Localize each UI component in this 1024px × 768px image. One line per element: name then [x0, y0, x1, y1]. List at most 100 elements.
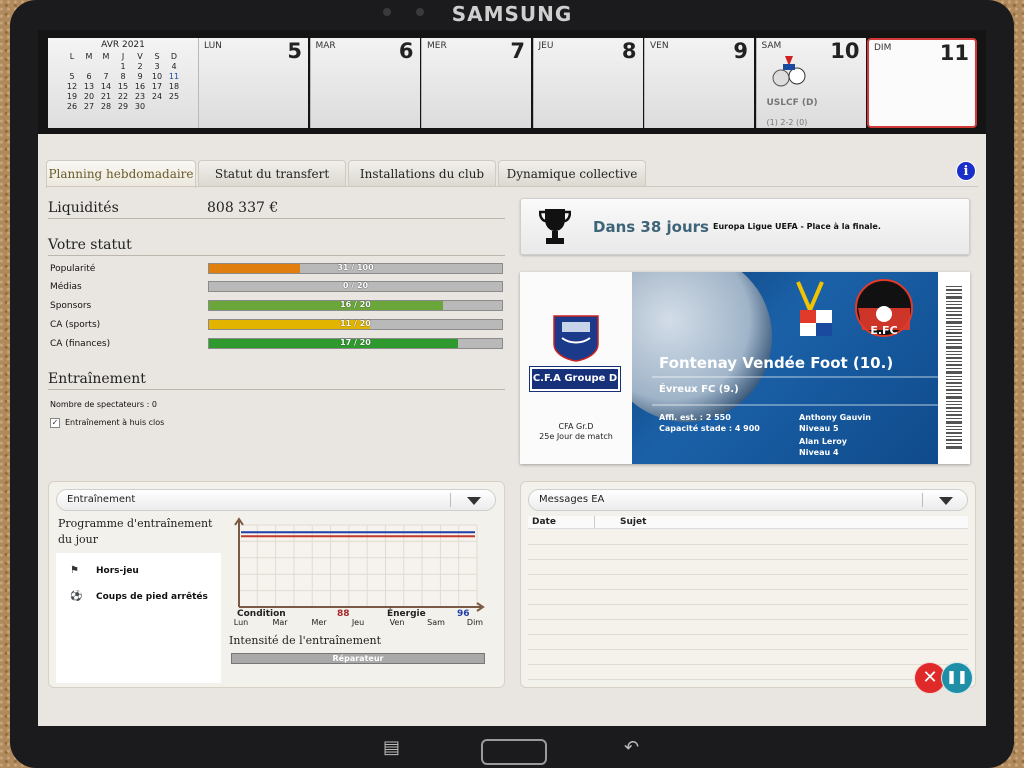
calendar-date[interactable]: 21 — [98, 91, 115, 101]
calendar-date[interactable]: 19 — [64, 91, 81, 101]
calendar-date[interactable]: 25 — [166, 91, 183, 101]
calendar-date[interactable]: 13 — [81, 81, 98, 91]
status-row: CA (finances) 17 / 20 — [50, 338, 510, 352]
calendar-date[interactable]: 22 — [115, 91, 132, 101]
calendar-date — [81, 61, 98, 71]
messages-dropdown[interactable]: Messages EA — [528, 489, 968, 511]
status-label: Popularité — [50, 264, 96, 274]
barcode-line — [946, 396, 962, 399]
match-score: (1) 2-2 (0) — [766, 118, 808, 127]
calendar-date[interactable]: 24 — [149, 91, 166, 101]
barcode-line — [946, 371, 962, 374]
calendar-day-mar[interactable]: MAR 6 — [309, 38, 420, 128]
day-number: 6 — [398, 39, 414, 63]
calendar-date[interactable]: 6 — [81, 71, 98, 81]
column-subject[interactable]: Sujet — [620, 517, 646, 527]
training-dropdown[interactable]: Entraînement — [56, 489, 496, 511]
away-team: Évreux FC (9.) — [659, 384, 739, 395]
svg-text:E.FC: E.FC — [870, 324, 897, 337]
drill-item[interactable]: Hors-jeu — [96, 566, 139, 576]
mini-calendar[interactable]: AVR 2021 LMMJVSD 1 2 3 4 5 6 7 8 9 10 11 12 13 14 15 16… — [48, 38, 198, 128]
barcode-line — [946, 432, 962, 434]
calendar-date[interactable]: 18 — [166, 81, 183, 91]
recent-apps-icon[interactable]: ▤ — [383, 737, 400, 758]
calendar-date[interactable]: 1 — [115, 61, 132, 71]
barcode-line — [946, 351, 962, 352]
energy-label: Énergie — [387, 609, 426, 619]
day-number: 10 — [830, 39, 860, 63]
calendar-day-dim[interactable]: DIM 11 — [867, 38, 977, 128]
info-button[interactable]: i — [956, 161, 976, 181]
calendar-day-sam[interactable]: SAM 10 USLCF (D) (1) 2-2 (0) — [755, 38, 866, 128]
closed-training-checkbox[interactable]: ✓ — [50, 418, 60, 428]
weekday-label: V — [137, 51, 143, 61]
ball-icon: ⚽ — [70, 591, 83, 602]
column-date[interactable]: Date — [532, 517, 556, 527]
barcode-line — [946, 304, 962, 305]
barcode-line — [946, 404, 962, 405]
calendar-date[interactable]: 28 — [98, 101, 115, 111]
barcode-line — [946, 389, 962, 391]
calendar-date[interactable]: 17 — [149, 81, 166, 91]
chart-tick-label: Sam — [427, 618, 445, 627]
league-division: CFA Gr.D — [558, 422, 594, 431]
day-name: JEU — [538, 41, 554, 51]
next-match-ticket[interactable]: C.F.A Groupe D CFA Gr.D 25e Jour de matc… — [520, 272, 970, 464]
competition-banner[interactable]: Dans 38 jours Europa Ligue UEFA - Place … — [520, 198, 970, 255]
calendar-date[interactable]: 8 — [115, 71, 132, 81]
mini-calendar-title: AVR 2021 — [101, 40, 145, 50]
calendar-date[interactable]: 29 — [115, 101, 132, 111]
chart-tick-label: Lun — [234, 618, 248, 627]
camera-icon — [383, 8, 391, 16]
chart-tick-label: Jeu — [351, 618, 364, 627]
intensity-bar[interactable]: Réparateur — [231, 653, 485, 664]
weekday-label: L — [69, 51, 75, 61]
calendar-date[interactable]: 26 — [64, 101, 81, 111]
calendar-day-mer[interactable]: MER 7 — [421, 38, 531, 128]
drill-item[interactable]: Coups de pied arrêtés — [96, 592, 208, 602]
barcode-line — [946, 318, 962, 319]
barcode-line — [946, 296, 962, 299]
weekday-label: M — [85, 51, 93, 61]
calendar-day-jeu[interactable]: JEU 8 — [532, 38, 643, 128]
referee-1-level: Niveau 5 — [799, 424, 839, 433]
calendar-date[interactable]: 3 — [149, 61, 166, 71]
calendar-date[interactable]: 15 — [115, 81, 132, 91]
tab-transfer-status[interactable]: Statut du transfert — [198, 160, 346, 186]
tab-club-facilities[interactable]: Installations du club — [348, 160, 496, 186]
calendar-date[interactable]: 11 — [166, 71, 183, 81]
calendar-date[interactable]: 10 — [149, 71, 166, 81]
calendar-date[interactable]: 20 — [81, 91, 98, 101]
calendar-day-lun[interactable]: LUN 5 — [198, 38, 308, 128]
barcode-line — [946, 314, 962, 316]
calendar-date[interactable]: 14 — [98, 81, 115, 91]
barcode-icon — [946, 286, 962, 449]
calendar-day-ven[interactable]: VEN 9 — [644, 38, 754, 128]
calendar-date[interactable]: 27 — [81, 101, 98, 111]
barcode-line — [946, 429, 962, 430]
pause-button[interactable]: ❚❚ — [941, 662, 973, 694]
day-name: LUN — [204, 41, 222, 51]
app-screen: AVR 2021 LMMJVSD 1 2 3 4 5 6 7 8 9 10 11 12 13 14 15 16… — [38, 30, 986, 726]
barcode-line — [946, 376, 962, 377]
barcode-line — [946, 336, 962, 337]
calendar-date[interactable]: 5 — [64, 71, 81, 81]
back-icon[interactable]: ↶ — [624, 737, 639, 758]
home-button[interactable] — [481, 739, 547, 765]
calendar-date[interactable]: 16 — [132, 81, 149, 91]
calendar-date[interactable]: 4 — [166, 61, 183, 71]
status-bar-text: 11 / 20 — [340, 319, 371, 328]
calendar-date[interactable]: 7 — [98, 71, 115, 81]
calendar-date[interactable]: 23 — [132, 91, 149, 101]
tab-team-dynamics[interactable]: Dynamique collective — [498, 160, 646, 186]
ticket-main: E.FC Fontenay Vendée Foot (10.) Évreux F… — [632, 272, 938, 464]
calendar-date[interactable]: 30 — [132, 101, 149, 111]
tab-weekly-planning[interactable]: Planning hebdomadaire — [46, 160, 196, 188]
status-title: Votre statut — [48, 237, 505, 256]
messages-list — [528, 530, 968, 680]
condition-value: 88 — [337, 609, 350, 619]
calendar-date[interactable]: 12 — [64, 81, 81, 91]
calendar-date[interactable]: 2 — [132, 61, 149, 71]
calendar-date[interactable]: 9 — [132, 71, 149, 81]
status-bar: 31 / 100 — [208, 263, 503, 274]
